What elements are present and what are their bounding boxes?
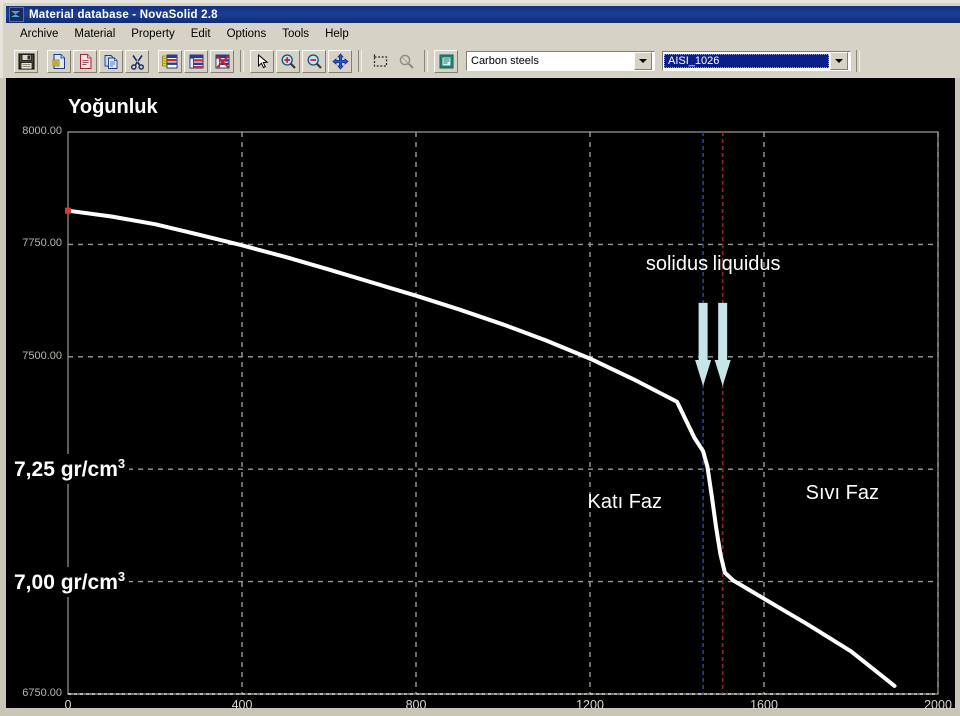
x-axis-tick-1200: 1200 [576, 698, 604, 712]
cursor-arrow-icon [257, 53, 268, 68]
zoom-in-icon [281, 53, 296, 69]
solidus-arrow [695, 302, 712, 387]
chart-area: Yoğunluk 8000.00 7750.00 7500.00 6750.00 0 40… [0, 78, 960, 716]
move-cross-icon [331, 52, 349, 70]
scissors-icon [130, 54, 144, 70]
edit-table-button[interactable] [184, 49, 208, 73]
copy-document-button[interactable] [99, 49, 123, 73]
table-edit-icon [189, 54, 203, 68]
pan-tool-button[interactable] [328, 49, 352, 73]
delete-table-button[interactable] [210, 49, 234, 73]
menu-item-archive[interactable]: Archive [12, 27, 66, 41]
y-axis-tick-8000: 8000.00 [22, 125, 62, 137]
document-open-icon [79, 53, 91, 69]
liquidus-label: liquidus [712, 252, 781, 275]
marquee-select-button[interactable] [368, 49, 392, 73]
chart-canvas [65, 131, 939, 695]
documents-copy-icon [104, 54, 117, 69]
solid-phase-label: Katı Faz [587, 491, 663, 514]
document-new-icon [52, 53, 65, 69]
toolbar: Carbon steels AISI_1026 [6, 44, 960, 78]
insert-table-button[interactable] [158, 49, 182, 73]
liquid-phase-label: Sıvı Faz [805, 482, 879, 505]
density-725-label: 7,25 gr/cm3 [10, 454, 130, 485]
window-chrome: Material database - NovaSolid 2.8 Archiv… [0, 0, 960, 78]
zoom-in-button[interactable] [276, 49, 300, 73]
save-button[interactable] [14, 49, 38, 73]
zoom-out-button[interactable] [302, 49, 326, 73]
title-bar: Material database - NovaSolid 2.8 [6, 6, 960, 23]
zoom-out-icon [307, 53, 322, 69]
material-category-combo[interactable]: Carbon steels [466, 51, 655, 71]
solidus-label: solidus [645, 252, 709, 275]
magnifier-disabled-icon [399, 54, 414, 69]
database-book-icon [439, 54, 453, 68]
database-button[interactable] [434, 49, 458, 73]
floppy-disk-icon [18, 53, 34, 69]
cut-button[interactable] [125, 49, 149, 73]
menu-item-help[interactable]: Help [317, 27, 357, 41]
x-axis-tick-0: 0 [64, 698, 72, 712]
density-700-label: 7,00 gr/cm3 [10, 566, 130, 597]
table-delete-icon [215, 54, 229, 68]
material-category-value: Carbon steels [471, 55, 539, 67]
x-axis-tick-400: 400 [231, 698, 253, 712]
open-document-button[interactable] [73, 49, 97, 73]
liquidus-arrow [714, 302, 731, 387]
select-tool-button[interactable] [250, 49, 274, 73]
menu-item-property[interactable]: Property [123, 27, 182, 41]
new-document-button[interactable] [47, 49, 71, 73]
dashed-rectangle-icon [373, 54, 387, 67]
x-axis-tick-2000: 2000 [924, 698, 952, 712]
menu-item-options[interactable]: Options [219, 27, 275, 41]
table-insert-icon [161, 54, 177, 68]
menu-bar: Archive Material Property Edit Options T… [6, 25, 960, 42]
x-axis-tick-800: 800 [405, 698, 427, 712]
app-icon [9, 7, 24, 22]
chevron-down-icon[interactable] [634, 52, 652, 70]
menu-item-tools[interactable]: Tools [274, 27, 317, 41]
curve-start-marker [65, 207, 71, 214]
material-name-combo[interactable]: AISI_1026 [662, 51, 851, 71]
menu-item-edit[interactable]: Edit [183, 27, 219, 41]
window-title: Material database - NovaSolid 2.8 [29, 8, 218, 21]
density-curve [66, 208, 897, 688]
zoom-region-button[interactable] [394, 49, 418, 73]
x-axis-tick-1600: 1600 [750, 698, 778, 712]
material-name-value: AISI_1026 [664, 54, 829, 68]
y-axis-tick-7750: 7750.00 [22, 237, 62, 250]
y-axis-tick-7500: 7500.00 [22, 349, 62, 362]
menu-item-material[interactable]: Material [66, 27, 123, 41]
application-window: Material database - NovaSolid 2.8 Archiv… [0, 0, 960, 716]
chevron-down-icon[interactable] [830, 52, 848, 70]
